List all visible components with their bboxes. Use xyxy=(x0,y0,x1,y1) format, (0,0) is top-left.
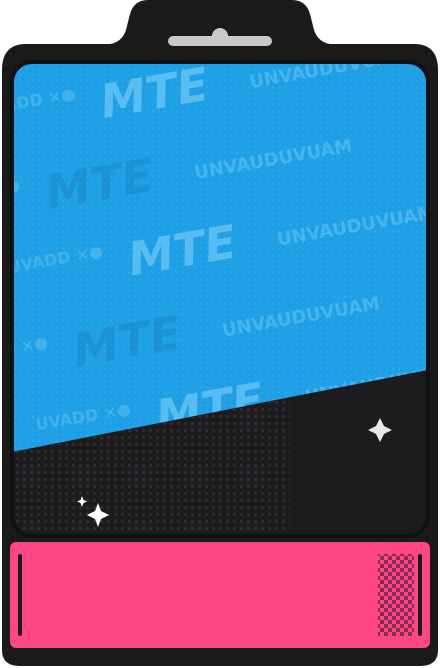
hanger-hole xyxy=(212,28,228,44)
footer-strip xyxy=(10,542,430,648)
footer-right-bar xyxy=(418,554,422,636)
badge-card-graphic: MTEUNVAUDUVUAMUVADD ×●MTEUNVAUDUVUAMUVAD… xyxy=(2,0,438,666)
badge-card: MTEUNVAUDUVUAMUVADD ×●MTEUNVAUDUVUAMUVAD… xyxy=(0,0,440,668)
footer-left-bar xyxy=(18,554,22,636)
checker-pattern-icon xyxy=(378,554,414,636)
